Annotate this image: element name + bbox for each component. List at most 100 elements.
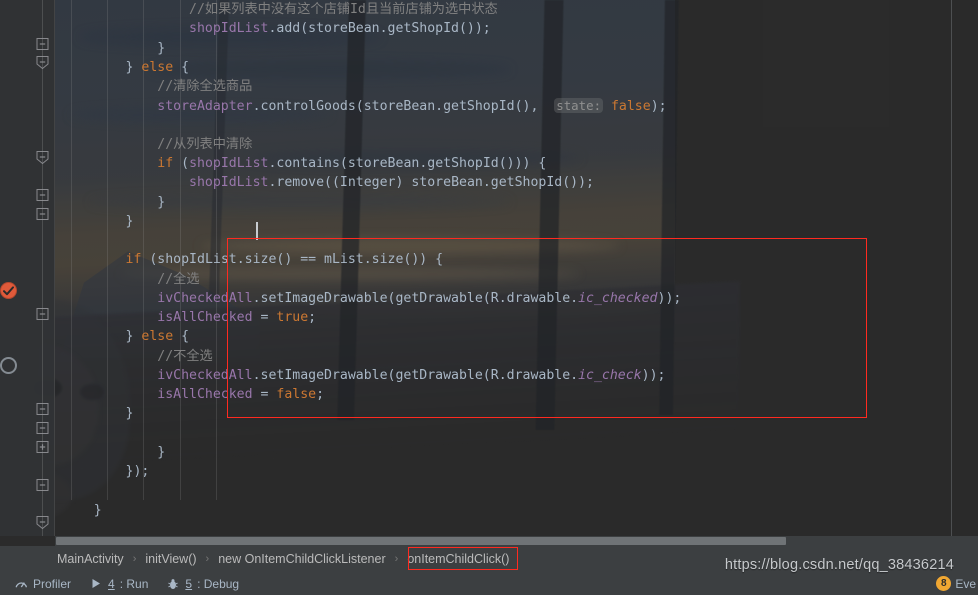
fold-collapse-icon[interactable] [35, 150, 50, 165]
breadcrumb-item-mainactivity[interactable]: MainActivity [55, 552, 126, 566]
code-line[interactable] [55, 424, 978, 443]
fold-collapse-icon[interactable] [35, 515, 50, 530]
code-token: else [141, 329, 174, 345]
code-token: if [125, 252, 142, 268]
code-line[interactable]: //清除全选商品 [55, 77, 978, 96]
gutter-circle-icon[interactable] [0, 357, 17, 374]
breadcrumb-item-listener[interactable]: new OnItemChildClickListener [216, 552, 387, 566]
debug-shortcut-number: 5 [185, 576, 193, 591]
code-line[interactable] [55, 231, 978, 250]
code-line[interactable]: ivCheckedAll.setImageDrawable(getDrawabl… [55, 289, 978, 308]
code-line[interactable]: isAllChecked = false; [55, 385, 978, 404]
debug-button[interactable]: 5 : Debug [162, 577, 243, 591]
code-token: .controlGoods(storeBean.getShopId(), [252, 99, 555, 115]
code-token: ivCheckedAll [62, 367, 253, 383]
play-icon [89, 577, 103, 591]
code-token: shopIdList [189, 156, 269, 171]
code-token: ivCheckedAll [62, 290, 253, 306]
breadcrumb-separator-icon: › [394, 553, 399, 565]
run-label: : Run [119, 576, 149, 591]
profiler-label: Profiler [33, 576, 72, 591]
code-line[interactable]: }); [55, 462, 978, 481]
breadcrumb-item-initview[interactable]: initView() [143, 552, 198, 566]
horizontal-scrollbar-thumb[interactable] [56, 537, 786, 545]
code-editor[interactable]: //如果列表中没有这个店铺Id且当前店铺为选中状态 shopIdList.add… [0, 0, 978, 536]
fold-collapse-icon[interactable] [35, 188, 50, 203]
code-token: isAllChecked [62, 310, 253, 325]
code-token: } [62, 194, 166, 210]
code-token: .remove((Integer) storeBean.getShopId())… [268, 175, 594, 191]
event-log-button[interactable]: 8 Eve [936, 576, 976, 591]
code-token: }); [62, 464, 150, 479]
code-token: .setImageDrawable(getDrawable(R.drawable… [252, 290, 579, 306]
fold-collapse-icon[interactable] [35, 478, 50, 493]
code-token: (shopIdList.size() == mList.size()) { [141, 252, 444, 268]
code-token: } [62, 329, 142, 345]
code-token: //如果列表中没有这个店铺Id且当前店铺为选中状态 [62, 2, 498, 17]
code-line[interactable]: } [55, 501, 978, 520]
code-line[interactable]: } else { [55, 327, 978, 346]
code-token: { [173, 59, 190, 75]
profiler-button[interactable]: Profiler [10, 577, 75, 591]
code-line[interactable]: } [55, 404, 978, 423]
code-token: .contains(storeBean.getShopId())) { [268, 156, 547, 171]
code-token: isAllChecked [62, 387, 253, 402]
code-line[interactable] [55, 481, 978, 500]
event-log-label: Eve [955, 576, 976, 591]
debug-label: : Debug [197, 576, 240, 591]
code-token: false [610, 99, 651, 115]
breadcrumb-separator-icon: › [132, 553, 137, 565]
fold-collapse-icon[interactable] [35, 307, 50, 322]
code-token: shopIdList [189, 175, 269, 191]
code-line[interactable]: //全选 [55, 270, 978, 289]
code-text[interactable]: //如果列表中没有这个店铺Id且当前店铺为选中状态 shopIdList.add… [55, 0, 978, 536]
code-line[interactable]: shopIdList.add(storeBean.getShopId()); [55, 19, 978, 38]
code-line[interactable]: } [55, 193, 978, 212]
code-token: true [276, 310, 309, 325]
fold-expand-icon[interactable] [35, 440, 50, 455]
code-token: //从列表中清除 [62, 136, 253, 152]
fold-collapse-icon[interactable] [35, 55, 50, 70]
event-count-badge: 8 [936, 576, 952, 591]
code-line[interactable] [55, 520, 978, 536]
fold-collapse-icon[interactable] [35, 421, 50, 436]
run-button[interactable]: 4 : Run [85, 577, 152, 591]
code-token: else [141, 59, 174, 75]
code-token: ; [308, 310, 317, 325]
code-token: ic_check [578, 367, 642, 383]
code-line[interactable]: } [55, 443, 978, 462]
fold-collapse-icon[interactable] [35, 37, 50, 52]
code-line[interactable]: //不全选 [55, 347, 978, 366]
code-token: ; [316, 387, 325, 402]
code-token: shopIdList [62, 21, 269, 37]
code-line[interactable]: } [55, 212, 978, 231]
run-shortcut-number: 4 [108, 576, 115, 591]
code-token: )); [657, 290, 682, 306]
code-line[interactable]: isAllChecked = true; [55, 308, 978, 327]
code-line[interactable]: //如果列表中没有这个店铺Id且当前店铺为选中状态 [55, 0, 978, 19]
code-token: { [173, 329, 190, 345]
code-line[interactable]: //从列表中清除 [55, 135, 978, 154]
breadcrumb-item-onitemchildclick[interactable]: onItemChildClick() [405, 552, 511, 566]
code-token: //不全选 [62, 348, 213, 364]
code-line[interactable]: } [55, 39, 978, 58]
run-to-cursor-icon[interactable] [0, 282, 17, 299]
code-token: } [62, 406, 134, 422]
code-line[interactable]: shopIdList.remove((Integer) storeBean.ge… [55, 173, 978, 192]
profiler-gauge-icon [14, 577, 28, 591]
editor-gutter[interactable] [0, 0, 55, 536]
code-line[interactable]: } else { [55, 58, 978, 77]
code-line[interactable]: if (shopIdList.size() == mList.size()) { [55, 250, 978, 269]
code-line[interactable]: ivCheckedAll.setImageDrawable(getDrawabl… [55, 366, 978, 385]
android-studio-window: //如果列表中没有这个店铺Id且当前店铺为选中状态 shopIdList.add… [0, 0, 978, 595]
code-token: .setImageDrawable(getDrawable(R.drawable… [252, 367, 579, 383]
code-line[interactable]: if (shopIdList.contains(storeBean.getSho… [55, 154, 978, 173]
fold-collapse-icon[interactable] [35, 207, 50, 222]
fold-collapse-icon[interactable] [35, 402, 50, 417]
code-line[interactable]: storeAdapter.controlGoods(storeBean.getS… [55, 96, 978, 115]
code-line[interactable] [55, 116, 978, 135]
code-token: false [276, 387, 317, 402]
